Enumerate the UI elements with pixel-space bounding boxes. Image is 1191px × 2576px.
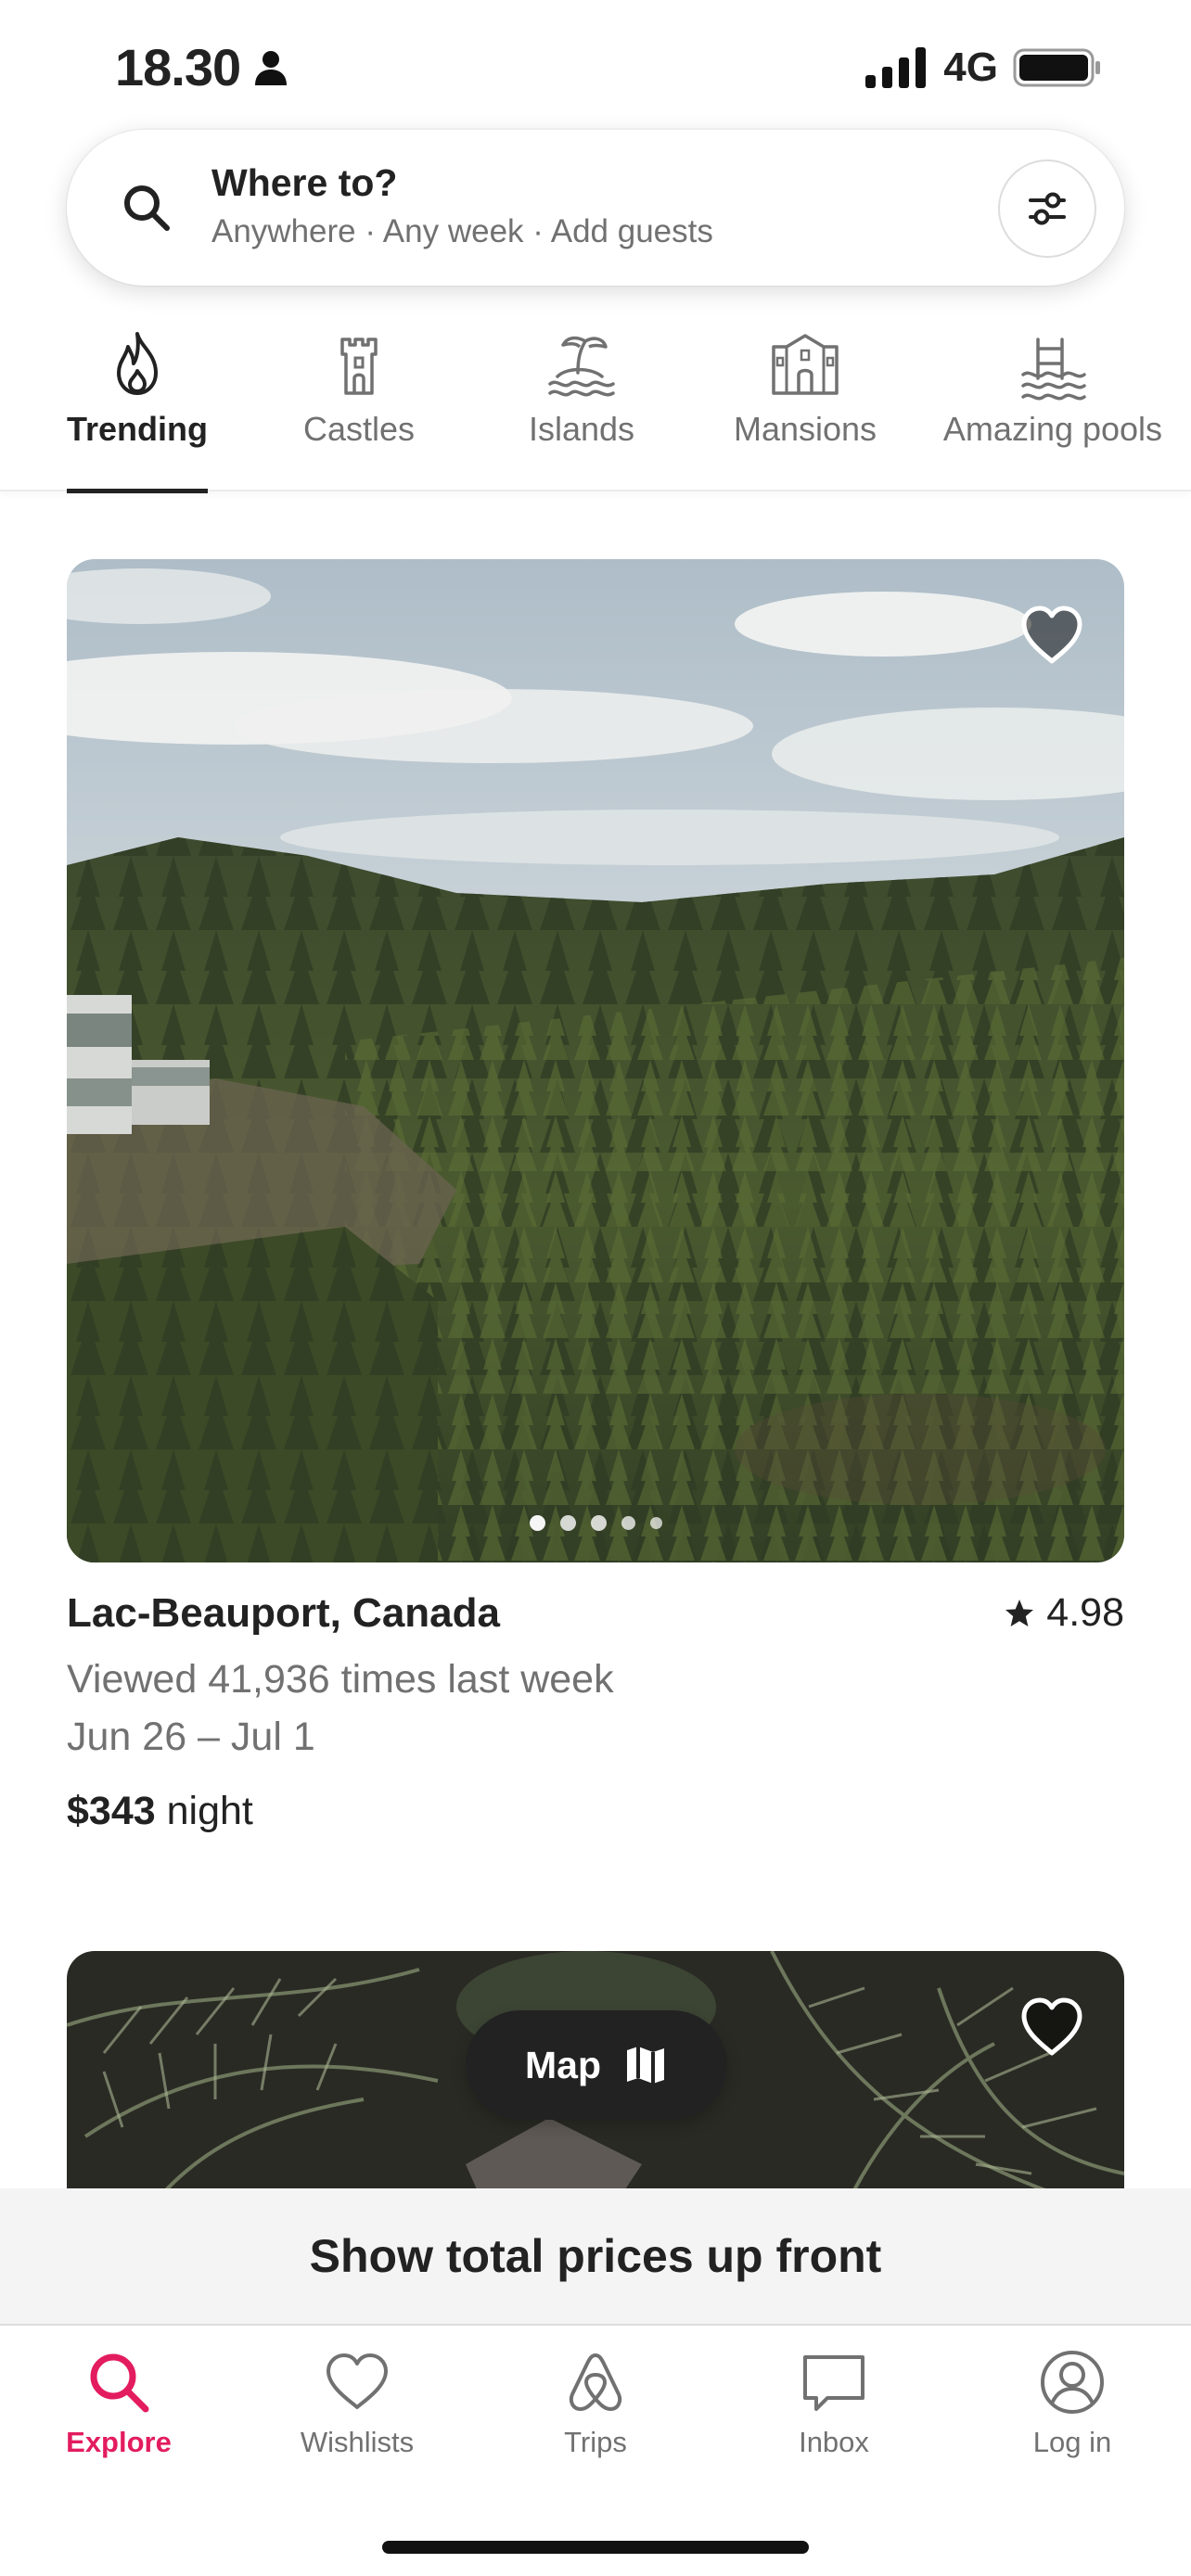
photo-pagination xyxy=(67,1515,1124,1531)
star-icon xyxy=(1005,1599,1034,1626)
listing-price: $343 night xyxy=(67,1789,253,1834)
pagination-dot xyxy=(649,1517,662,1529)
clock: 18.30 xyxy=(115,38,241,96)
map-button[interactable]: Map xyxy=(466,2010,727,2120)
pagination-dot xyxy=(590,1515,607,1531)
nav-trips[interactable]: Trips xyxy=(477,2326,714,2511)
category-amazing-pools[interactable]: Amazing pools xyxy=(928,315,1178,491)
listing-location: Lac-Beauport, Canada xyxy=(67,1590,500,1636)
mansion-icon xyxy=(772,334,839,395)
category-mansions[interactable]: Mansions xyxy=(712,315,898,491)
castle-icon xyxy=(340,338,378,395)
nav-log-in[interactable]: Log in xyxy=(954,2326,1191,2511)
nav-label: Trips xyxy=(564,2426,627,2458)
forest-photo xyxy=(67,559,1124,1562)
rating-value: 4.98 xyxy=(1046,1590,1124,1635)
category-label: Castles xyxy=(302,410,416,448)
nav-explore[interactable]: Explore xyxy=(0,2326,237,2511)
island-icon xyxy=(548,336,615,397)
heart-icon xyxy=(327,2353,388,2409)
search-title: Where to? xyxy=(211,161,398,204)
home-indicator[interactable] xyxy=(382,2541,809,2554)
status-time: 18.30 xyxy=(115,37,288,97)
search-subtitle: Anywhere · Any week · Add guests xyxy=(211,213,713,249)
filters-button[interactable] xyxy=(998,159,1096,258)
map-icon xyxy=(627,2047,664,2084)
nav-label: Log in xyxy=(1032,2426,1112,2458)
network-type: 4G xyxy=(943,45,998,90)
listing-rating: 4.98 xyxy=(1004,1590,1124,1636)
wishlist-heart-icon[interactable] xyxy=(1017,600,1087,670)
price-unit: night xyxy=(166,1789,253,1833)
signal-icon xyxy=(865,47,927,88)
listing-photo[interactable] xyxy=(67,559,1124,1562)
nav-label: Inbox xyxy=(799,2426,869,2458)
airbnb-logo-icon xyxy=(569,2353,622,2411)
pagination-dot xyxy=(559,1515,576,1531)
map-button-label: Map xyxy=(525,2043,601,2086)
bottom-navigation: Explore Wishlists Trips Inbox Log in xyxy=(0,2324,1191,2576)
pagination-dot xyxy=(621,1516,635,1530)
person-icon xyxy=(255,50,288,85)
status-bar: 18.30 4G xyxy=(0,0,1191,139)
price-amount: $343 xyxy=(67,1789,156,1833)
active-tab-indicator xyxy=(67,489,208,493)
flame-icon xyxy=(117,332,158,395)
nav-label: Explore xyxy=(66,2426,172,2458)
category-castles[interactable]: Castles xyxy=(266,315,452,491)
pagination-dot xyxy=(529,1515,545,1531)
category-islands[interactable]: Islands xyxy=(489,315,674,491)
battery-icon xyxy=(1013,48,1100,87)
search-icon xyxy=(124,185,170,231)
category-bar: Trending Castles Islands Mansions Amazin… xyxy=(0,315,1191,493)
search-bar[interactable]: Where to? Anywhere · Any week · Add gues… xyxy=(67,130,1124,286)
user-circle-icon xyxy=(1041,2351,1104,2414)
nav-inbox[interactable]: Inbox xyxy=(715,2326,953,2511)
total-prices-banner[interactable]: Show total prices up front xyxy=(0,2188,1191,2324)
category-label: Amazing pools xyxy=(942,410,1163,448)
pool-icon xyxy=(1021,338,1086,401)
nav-wishlists[interactable]: Wishlists xyxy=(238,2326,476,2511)
category-trending[interactable]: Trending xyxy=(45,315,230,493)
filters-icon xyxy=(1029,192,1066,225)
message-icon xyxy=(803,2355,864,2411)
banner-text: Show total prices up front xyxy=(309,2230,882,2282)
listing-views: Viewed 41,936 times last week xyxy=(67,1657,614,1702)
search-icon xyxy=(90,2353,149,2413)
nav-label: Wishlists xyxy=(300,2426,415,2458)
status-indicators: 4G xyxy=(865,45,1102,91)
category-label: Trending xyxy=(67,410,208,448)
category-label: Islands xyxy=(528,410,635,448)
wishlist-heart-icon[interactable] xyxy=(1017,1992,1087,2062)
listing-dates: Jun 26 – Jul 1 xyxy=(67,1715,315,1759)
listing-info[interactable]: Lac-Beauport, Canada 4.98 Viewed 41,936 … xyxy=(67,1590,1124,1833)
category-label: Mansions xyxy=(733,410,877,448)
